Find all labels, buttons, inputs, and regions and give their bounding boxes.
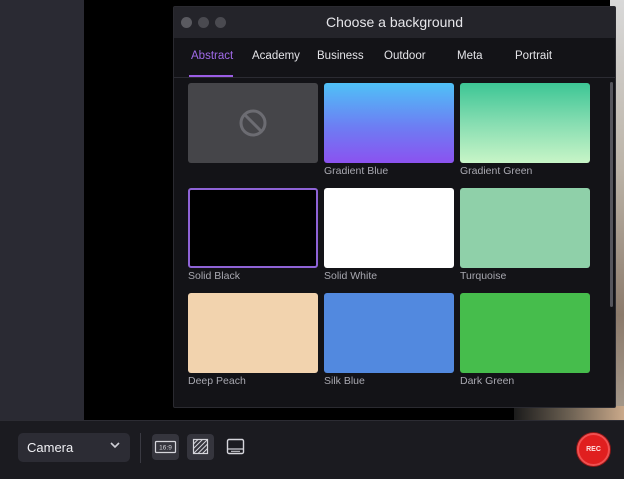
aspect-ratio-icon: 16:9 xyxy=(154,440,177,454)
turquoise-option[interactable] xyxy=(460,188,590,268)
background-button[interactable] xyxy=(187,434,214,460)
deep-peach-option[interactable] xyxy=(188,293,318,373)
gradient-blue-option[interactable] xyxy=(324,83,454,163)
tab-outdoor[interactable]: Outdoor xyxy=(384,50,426,62)
layout-button[interactable] xyxy=(222,434,249,460)
dark-green-label: Dark Green xyxy=(460,375,515,387)
turquoise-label: Turquoise xyxy=(460,270,507,282)
no-background-icon xyxy=(239,109,267,137)
aspect-ratio-button[interactable]: 16:9 xyxy=(152,434,179,460)
solid-black-option[interactable] xyxy=(188,188,318,268)
bottom-toolbar: Camera 16:9 REC xyxy=(0,420,624,479)
gradient-green-option[interactable] xyxy=(460,83,590,163)
camera-select-value: Camera xyxy=(27,440,74,455)
dialog-title: Choose a background xyxy=(326,14,463,30)
record-button[interactable]: REC xyxy=(577,433,610,466)
background-dialog: Choose a background Abstract Academy Bus… xyxy=(173,6,616,408)
gradient-green-label: Gradient Green xyxy=(460,165,533,177)
tab-abstract[interactable]: Abstract xyxy=(191,50,233,62)
no-background-option[interactable] xyxy=(188,83,318,163)
chevron-down-icon xyxy=(110,442,120,449)
solid-white-option[interactable] xyxy=(324,188,454,268)
deep-peach-label: Deep Peach xyxy=(188,375,246,387)
dark-green-option[interactable] xyxy=(460,293,590,373)
toolbar-divider xyxy=(140,433,141,463)
camera-select[interactable]: Camera xyxy=(18,433,130,462)
aspect-ratio-label: 16:9 xyxy=(159,445,172,452)
background-hatch-icon xyxy=(192,438,209,455)
left-side-panel xyxy=(0,0,84,420)
solid-black-label: Solid Black xyxy=(188,270,240,282)
silk-blue-option[interactable] xyxy=(324,293,454,373)
tab-business[interactable]: Business xyxy=(317,50,364,62)
gradient-blue-label: Gradient Blue xyxy=(324,165,389,177)
solid-white-label: Solid White xyxy=(324,270,378,282)
tab-meta[interactable]: Meta xyxy=(457,50,483,62)
dialog-titlebar: Choose a background xyxy=(174,7,615,38)
silk-blue-label: Silk Blue xyxy=(324,375,365,387)
layout-icon xyxy=(226,438,245,455)
camera-feed-person-bottom xyxy=(514,406,624,420)
tab-academy[interactable]: Academy xyxy=(252,50,300,62)
category-tabs: Abstract Academy Business Outdoor Meta P… xyxy=(174,38,615,78)
tab-portrait[interactable]: Portrait xyxy=(515,50,552,62)
dialog-scrollbar[interactable] xyxy=(610,82,613,307)
active-tab-indicator xyxy=(189,75,233,77)
